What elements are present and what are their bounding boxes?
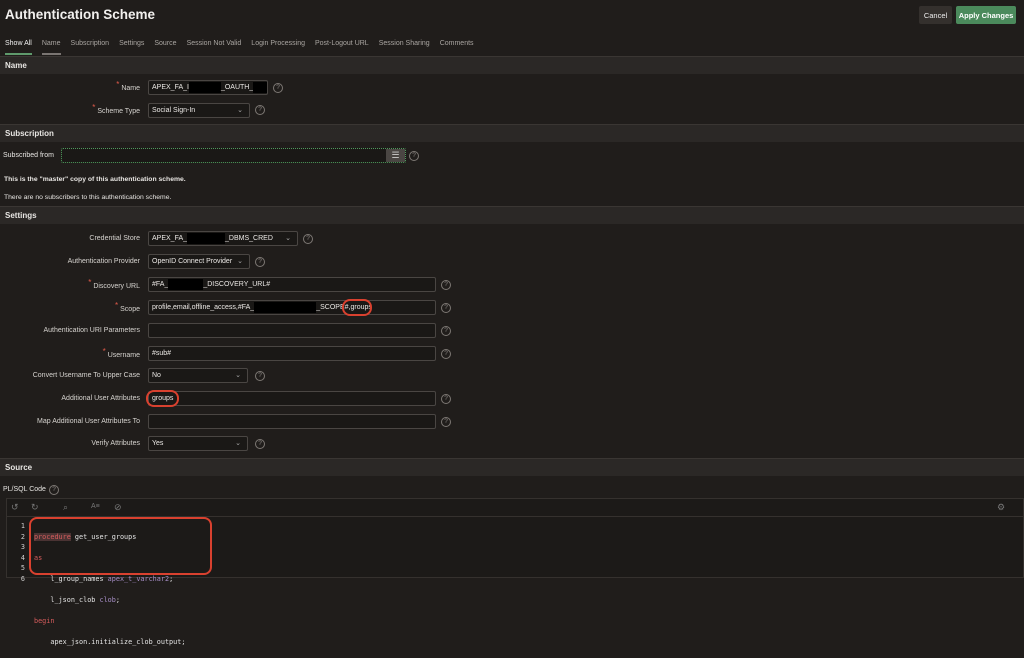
annotation-circle [146, 390, 179, 407]
page-title: Authentication Scheme [5, 7, 156, 22]
help-icon[interactable]: ? [255, 257, 265, 267]
validate-icon[interactable]: ⊘ [114, 502, 122, 513]
section-header-source: Source [0, 458, 1024, 476]
help-icon[interactable]: ? [255, 105, 265, 115]
name-input[interactable]: APEX_FA_I_OAUTH_. [148, 80, 268, 95]
name-label: * Name [116, 80, 140, 92]
section-header-settings: Settings [0, 206, 1024, 224]
help-icon[interactable]: ? [409, 151, 419, 161]
chevron-down-icon: ⌄ [235, 440, 241, 447]
auth-provider-select[interactable]: OpenID Connect Provider ⌄ [148, 254, 250, 269]
tab-settings[interactable]: Settings [114, 38, 149, 55]
scheme-type-label: * Scheme Type [92, 103, 140, 115]
auth-uri-params-label: Authentication URI Parameters [43, 327, 141, 334]
tab-comments[interactable]: Comments [435, 38, 479, 55]
chevron-down-icon: ⌄ [237, 258, 243, 265]
search-icon[interactable]: ⌕ [63, 502, 68, 513]
tab-subscription[interactable]: Subscription [66, 38, 115, 55]
master-copy-note: This is the "master" copy of this authen… [4, 176, 186, 183]
tab-source[interactable]: Source [149, 38, 181, 55]
scope-label: * Scope [115, 301, 140, 313]
section-header-name: Name [0, 56, 1024, 74]
cancel-button[interactable]: Cancel [919, 6, 952, 24]
auth-provider-label: Authentication Provider [67, 258, 140, 265]
map-attrs-label: Map Additional User Attributes To [37, 418, 140, 425]
help-icon[interactable]: ? [441, 349, 451, 359]
annotation-box [29, 517, 212, 575]
auth-uri-params-input[interactable] [148, 323, 436, 338]
verify-attrs-select[interactable]: Yes ⌄ [148, 436, 248, 451]
username-input[interactable]: #sub# [148, 346, 436, 361]
verify-attrs-label: Verify Attributes [91, 440, 140, 447]
convert-upper-label: Convert Username To Upper Case [32, 372, 140, 379]
undo-icon[interactable]: ↺ [11, 502, 19, 513]
help-icon[interactable]: ? [441, 303, 451, 313]
convert-upper-select[interactable]: No ⌄ [148, 368, 248, 383]
section-header-subscription: Subscription [0, 124, 1024, 142]
tab-post-logout-url[interactable]: Post-Logout URL [310, 38, 374, 55]
discovery-url-label: * Discovery URL [88, 278, 140, 290]
map-attrs-input[interactable] [148, 414, 436, 429]
subscribed-from-input[interactable] [61, 148, 406, 163]
help-icon[interactable]: ? [255, 439, 265, 449]
line-numbers: 123456 [20, 522, 25, 583]
credential-store-select[interactable]: APEX_FA_ _DBMS_CRED ⌄ [148, 231, 298, 246]
help-icon[interactable]: ? [255, 371, 265, 381]
subscribers-note: There are no subscribers to this authent… [4, 194, 172, 201]
section-tabs: Show All Name Subscription Settings Sour… [0, 38, 1024, 55]
chevron-down-icon: ⌄ [235, 372, 241, 379]
help-icon[interactable]: ? [303, 234, 313, 244]
editor-toolbar: ↺ ↻ ⌕ A≡ ⊘ ⚙ [7, 499, 1023, 517]
tab-session-sharing[interactable]: Session Sharing [374, 38, 435, 55]
scheme-type-select[interactable]: Social Sign-In ⌄ [148, 103, 250, 118]
help-icon[interactable]: ? [441, 280, 451, 290]
annotation-circle [342, 299, 372, 316]
font-size-icon[interactable]: A≡ [91, 503, 100, 510]
tab-show-all[interactable]: Show All [0, 38, 37, 55]
subscribed-from-label: Subscribed from [3, 152, 54, 159]
gear-icon[interactable]: ⚙ [997, 502, 1005, 513]
discovery-url-input[interactable]: #FA_ _DISCOVERY_URL# [148, 277, 436, 292]
tab-login-processing[interactable]: Login Processing [246, 38, 310, 55]
redo-icon[interactable]: ↻ [31, 502, 39, 513]
additional-attrs-label: Additional User Attributes [61, 395, 140, 402]
apply-changes-button[interactable]: Apply Changes [956, 6, 1016, 24]
tab-session-not-valid[interactable]: Session Not Valid [182, 38, 247, 55]
list-picker-icon[interactable]: ☰ [386, 149, 405, 162]
additional-attrs-input[interactable]: groups [148, 391, 436, 406]
help-icon[interactable]: ? [49, 485, 59, 495]
help-icon[interactable]: ? [441, 417, 451, 427]
plsql-code-label: PL/SQL Code [3, 486, 46, 493]
scope-input[interactable]: profile,email,offline_access,#FA_ _SCOPE#… [148, 300, 436, 315]
help-icon[interactable]: ? [441, 394, 451, 404]
username-label: * Username [102, 347, 140, 359]
tab-name[interactable]: Name [37, 38, 66, 55]
help-icon[interactable]: ? [273, 83, 283, 93]
chevron-down-icon: ⌄ [237, 107, 243, 114]
help-icon[interactable]: ? [441, 326, 451, 336]
chevron-down-icon: ⌄ [285, 235, 291, 242]
credential-store-label: Credential Store [89, 235, 140, 242]
